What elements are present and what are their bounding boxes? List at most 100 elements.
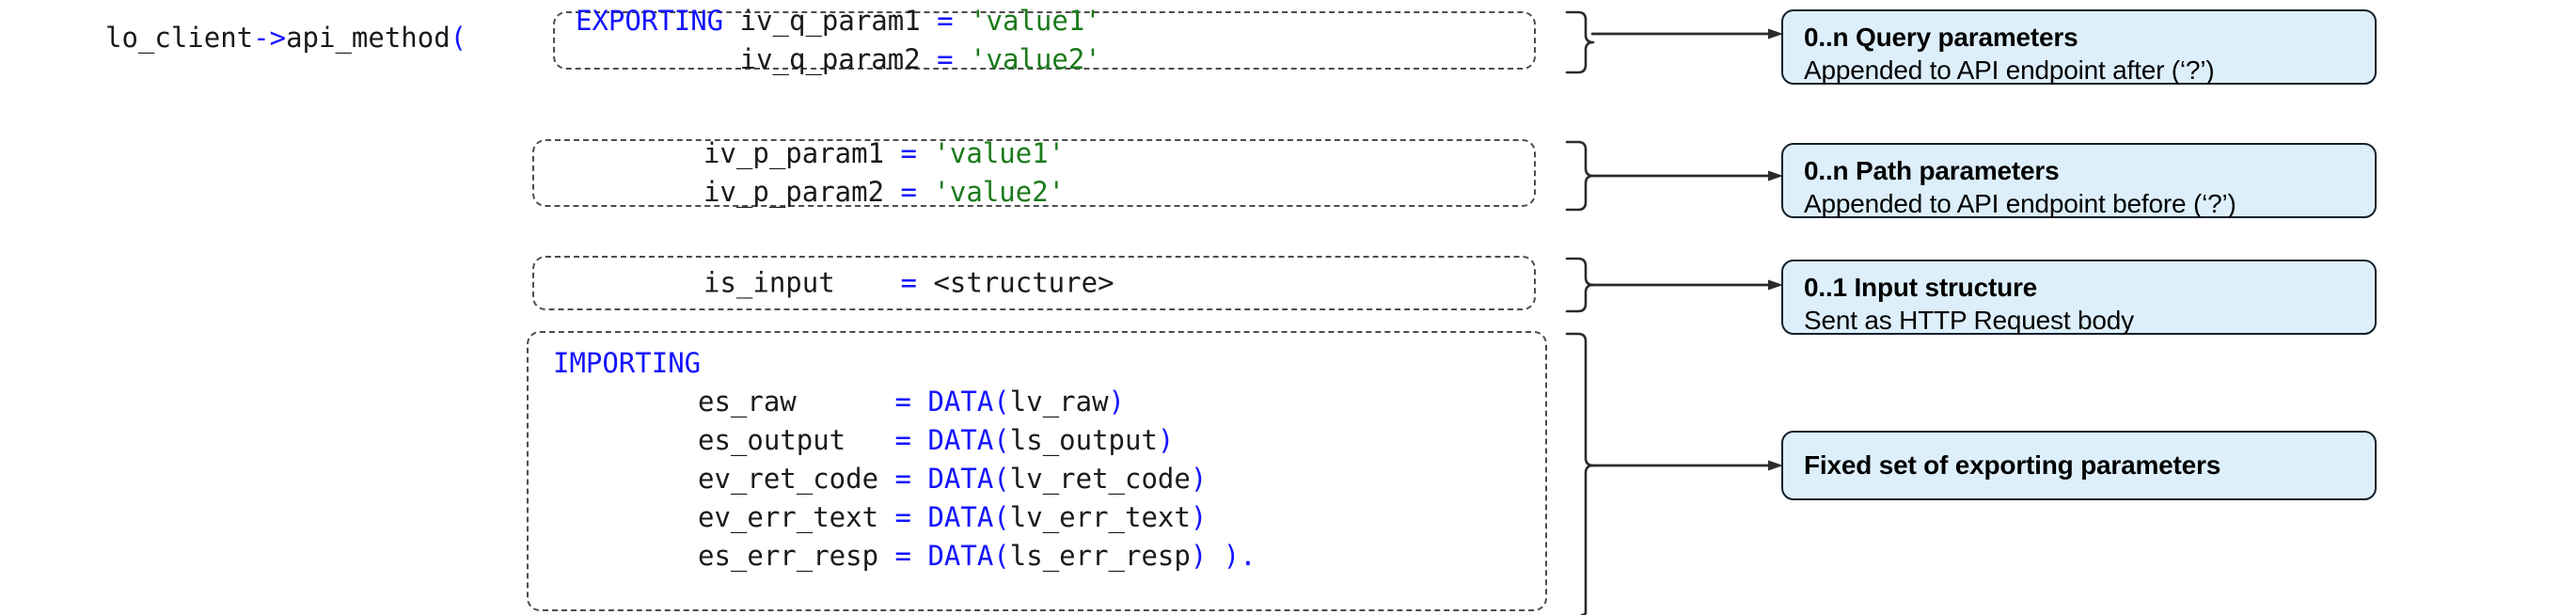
param-name-iv-p-param2: iv_p_param2: [703, 176, 885, 208]
data-call-arg-lv-raw: lv_raw: [1009, 386, 1109, 418]
data-call-close: ): [1190, 463, 1208, 495]
method-call-head: lo_client->api_method(: [105, 19, 466, 57]
data-call-open: DATA(: [927, 501, 1010, 533]
equals-sign: =: [900, 266, 917, 299]
keyword-importing: IMPORTING: [553, 347, 702, 379]
code-line-importing-5: es_err_resp = DATA(ls_err_resp) ).: [529, 537, 1545, 576]
param-value-is-input: <structure>: [933, 266, 1114, 299]
code-line-importing-4: ev_err_text = DATA(lv_err_text): [529, 498, 1545, 537]
param-name-iv-q-param1: iv_q_param1: [739, 5, 921, 37]
code-line-path-1: iv_p_param1 = 'value1': [534, 134, 1534, 173]
equals-sign: =: [894, 463, 911, 495]
code-line-importing-3: ev_ret_code = DATA(lv_ret_code): [529, 460, 1545, 498]
param-value-iv-p-param1: 'value1': [933, 137, 1066, 169]
diagram-canvas: lo_client->api_method( EXPORTING iv_q_pa…: [0, 0, 2576, 615]
data-call-arg-lv-err-text: lv_err_text: [1009, 501, 1191, 533]
callout-subtitle: Appended to API endpoint before (‘?’): [1804, 189, 2236, 218]
callout-title: 0..n Path parameters: [1804, 156, 2060, 185]
callout-subtitle: Appended to API endpoint after (‘?’): [1804, 55, 2215, 85]
param-name-iv-q-param2: iv_q_param2: [739, 43, 921, 75]
equals-sign: =: [937, 43, 954, 75]
code-line-input-1: is_input = <structure>: [534, 264, 1534, 303]
param-name-ev-ret-code: ev_ret_code: [698, 463, 879, 495]
call-object: lo_client: [105, 22, 254, 54]
data-call-close: ): [1157, 424, 1175, 456]
keyword-exporting: EXPORTING: [576, 5, 724, 37]
call-method-name: api_method: [286, 22, 450, 54]
data-call-close: ): [1108, 386, 1126, 418]
code-line-importing-2: es_output = DATA(ls_output): [529, 421, 1545, 460]
data-call-open: DATA(: [927, 540, 1010, 572]
code-box-input-structure: is_input = <structure>: [532, 256, 1536, 310]
code-box-importing-parameters: IMPORTING es_raw = DATA(lv_raw) es_outpu…: [527, 331, 1547, 611]
data-call-close-final: ) ).: [1190, 540, 1256, 572]
callout-title: 0..n Query parameters: [1804, 23, 2078, 52]
param-value-iv-p-param2: 'value2': [933, 176, 1066, 208]
data-call-arg-ls-err-resp: ls_err_resp: [1009, 540, 1191, 572]
equals-sign: =: [900, 176, 917, 208]
curly-brace-importing: [1561, 331, 1606, 615]
callout-title: 0..1 Input structure: [1804, 273, 2038, 302]
arrow-input: [1591, 279, 1785, 291]
data-call-open: DATA(: [927, 424, 1010, 456]
callout-query-parameters: 0..n Query parameters Appended to API en…: [1781, 9, 2377, 85]
data-call-open: DATA(: [927, 386, 1010, 418]
curly-brace-query: [1561, 9, 1606, 75]
equals-sign: =: [894, 424, 911, 456]
equals-sign: =: [894, 386, 911, 418]
call-arrow-operator: ->: [253, 22, 287, 54]
equals-sign: =: [894, 501, 911, 533]
code-line-importing-1: es_raw = DATA(lv_raw): [529, 383, 1545, 421]
code-line-path-2: iv_p_param2 = 'value2': [534, 173, 1534, 212]
param-value-iv-q-param2: 'value2': [970, 43, 1101, 75]
param-name-ev-err-text: ev_err_text: [698, 501, 879, 533]
data-call-close: ): [1190, 501, 1208, 533]
callout-input-structure: 0..1 Input structure Sent as HTTP Reques…: [1781, 260, 2377, 335]
param-value-iv-q-param1: 'value1': [970, 5, 1101, 37]
code-line-query-1: EXPORTING iv_q_param1 = 'value1': [555, 2, 1534, 40]
equals-sign: =: [937, 5, 954, 37]
callout-fixed-exporting-parameters: Fixed set of exporting parameters: [1781, 431, 2377, 500]
callout-subtitle: Sent as HTTP Request body: [1804, 306, 2134, 335]
code-box-query-parameters: EXPORTING iv_q_param1 = 'value1' iv_q_pa…: [553, 5, 1536, 75]
param-name-iv-p-param1: iv_p_param1: [703, 137, 885, 169]
code-line-query-2: iv_q_param2 = 'value2': [555, 40, 1534, 79]
arrow-query: [1591, 28, 1785, 39]
code-line-importing-keyword: IMPORTING: [529, 344, 1545, 383]
arrow-importing: [1591, 460, 1785, 471]
equals-sign: =: [900, 137, 917, 169]
data-call-open: DATA(: [927, 463, 1010, 495]
param-name-es-output: es_output: [698, 424, 846, 456]
callout-path-parameters: 0..n Path parameters Appended to API end…: [1781, 143, 2377, 218]
param-name-es-err-resp: es_err_resp: [698, 540, 879, 572]
data-call-arg-ls-output: ls_output: [1009, 424, 1158, 456]
call-open-paren: (: [450, 22, 467, 54]
param-name-is-input: is_input: [703, 266, 835, 299]
equals-sign: =: [894, 540, 911, 572]
arrow-path: [1591, 170, 1785, 181]
callout-title: Fixed set of exporting parameters: [1804, 449, 2221, 480]
param-name-es-raw: es_raw: [698, 386, 797, 418]
